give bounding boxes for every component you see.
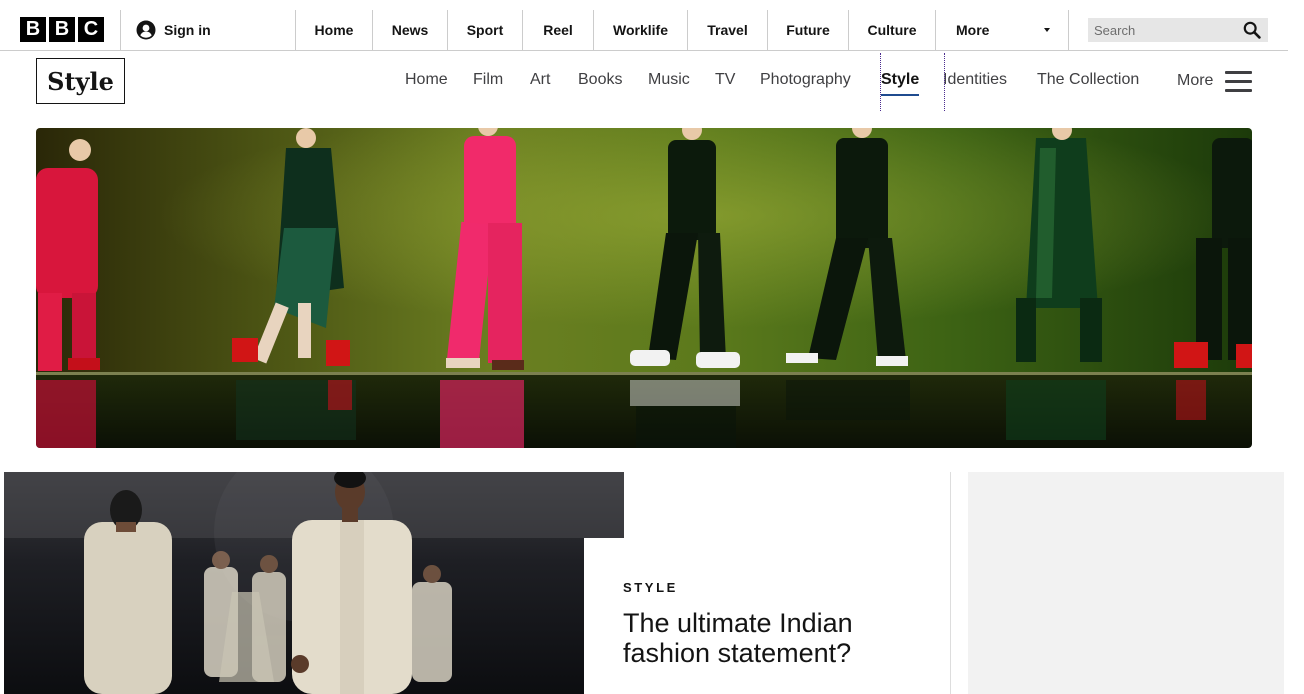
global-nav: Home News Sport Reel Worklife Travel Fut… — [295, 10, 1069, 50]
section-more-button[interactable]: More — [1177, 66, 1253, 96]
sign-in-label: Sign in — [164, 22, 211, 38]
feature-image[interactable] — [4, 472, 624, 694]
global-nav-home[interactable]: Home — [295, 10, 372, 50]
section-nav-art[interactable]: Art — [530, 62, 550, 100]
global-nav-news[interactable]: News — [372, 10, 447, 50]
feature-section-tag[interactable]: STYLE — [623, 580, 678, 595]
bbc-logo[interactable]: B B C — [20, 17, 104, 42]
section-nav-style[interactable]: Style — [881, 62, 920, 100]
bbc-logo-letter: C — [78, 17, 104, 42]
runway-models-illustration — [36, 128, 1252, 448]
section-nav-the-collection[interactable]: The Collection — [1037, 62, 1139, 100]
section-nav-film[interactable]: Film — [473, 62, 503, 100]
global-nav-worklife[interactable]: Worklife — [593, 10, 687, 50]
bbc-logo-letter: B — [20, 17, 46, 42]
user-icon — [136, 20, 156, 40]
section-nav-tv[interactable]: TV — [715, 62, 735, 100]
section-nav-photography[interactable]: Photography — [760, 62, 851, 100]
ad-slot — [968, 472, 1284, 694]
feature-headline[interactable]: The ultimate Indian fashion statement? — [623, 608, 933, 668]
section-logo[interactable]: Style — [36, 58, 125, 104]
section-nav-music[interactable]: Music — [648, 62, 690, 100]
section-nav-identities[interactable]: Identities — [943, 62, 1007, 100]
section-more-label: More — [1177, 72, 1214, 89]
global-nav-reel[interactable]: Reel — [522, 10, 593, 50]
search-input[interactable] — [1088, 18, 1238, 42]
section-nav-home[interactable]: Home — [405, 62, 448, 100]
search-icon[interactable] — [1243, 21, 1261, 39]
divider — [120, 10, 121, 50]
global-nav-sport[interactable]: Sport — [447, 10, 522, 50]
sign-in-link[interactable]: Sign in — [136, 20, 211, 40]
global-nav-more[interactable]: More — [935, 10, 1069, 50]
hamburger-icon — [1225, 70, 1253, 92]
global-header: B B C Sign in Home News Sport Reel Workl… — [0, 0, 1288, 51]
global-nav-culture[interactable]: Culture — [848, 10, 935, 50]
caret-down-icon — [1044, 28, 1050, 32]
column-divider — [950, 472, 951, 694]
global-nav-future[interactable]: Future — [767, 10, 848, 50]
bbc-logo-letter: B — [49, 17, 75, 42]
global-nav-more-label: More — [956, 22, 990, 38]
section-nav-books[interactable]: Books — [578, 62, 622, 100]
search-box — [1088, 18, 1268, 42]
global-nav-travel[interactable]: Travel — [687, 10, 767, 50]
hero-image[interactable] — [36, 128, 1252, 448]
fashion-show-illustration — [4, 472, 624, 694]
